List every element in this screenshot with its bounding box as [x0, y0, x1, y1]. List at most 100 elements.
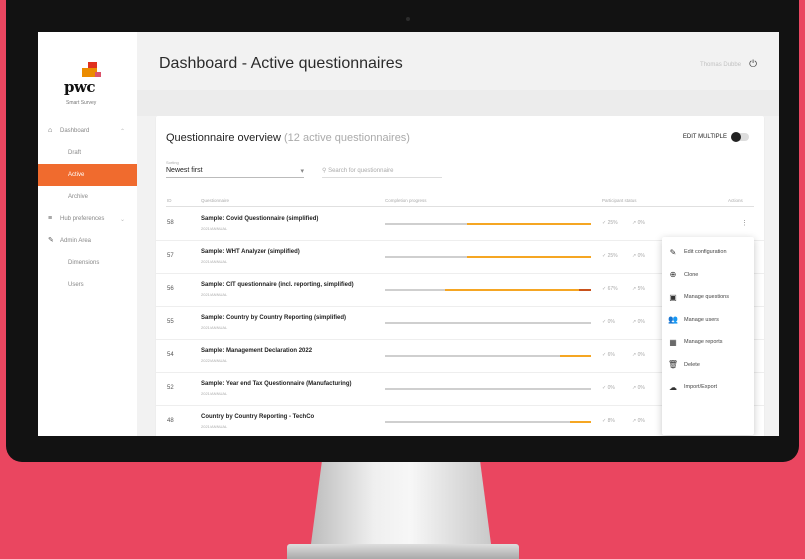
menu-item-label: Manage reports: [684, 339, 723, 346]
user-name[interactable]: Thomas Dubbe: [700, 62, 741, 68]
menu-item-edit-configuration[interactable]: ✎ Edit configuration: [662, 241, 754, 264]
search-input[interactable]: ⚲ Search for questionnaire: [322, 167, 442, 178]
row-type: 2021/ANNUAL: [201, 325, 228, 330]
row-id: 58: [167, 220, 174, 226]
in-progress-stat: ↗ 5%: [632, 286, 645, 292]
table-icon: ▦: [669, 337, 677, 347]
in-progress-stat: ↗ 0%: [632, 352, 645, 358]
progress-bar: [385, 223, 591, 225]
menu-item-manage-questions[interactable]: ▣ Manage questions: [662, 286, 754, 309]
menu-item-label: Import/Export: [684, 384, 718, 391]
row-id: 57: [167, 253, 174, 259]
completed-stat: ✓ 6%: [602, 352, 615, 358]
sidebar-item-label: Active: [68, 172, 85, 178]
sort-value: Newest first: [166, 167, 203, 174]
col-progress: Completion progress: [385, 198, 427, 203]
pencil-icon: ✎: [669, 247, 677, 257]
sidebar-item-label: Users: [68, 282, 84, 288]
trash-icon: 🗑: [667, 360, 679, 370]
menu-item-manage-users[interactable]: 👥 Manage users: [662, 309, 754, 332]
caret-down-icon: ▾: [300, 168, 304, 175]
row-type: 2021/ANNUAL: [201, 292, 228, 297]
active-count: (12 active questionnaires): [284, 132, 410, 144]
sidebar-item-dimensions[interactable]: Dimensions: [38, 252, 137, 274]
sidebar-item-hub-preferences[interactable]: ≡ Hub preferences ⌄: [38, 208, 137, 230]
document-icon: ▣: [669, 292, 677, 302]
camera-dot: [406, 17, 410, 21]
row-name[interactable]: Sample: WHT Analyzer (simplified): [201, 249, 381, 255]
monitor-stand-base: [287, 544, 519, 559]
app-screen: pwc Smart Survey ⌂ Dashboard ⌃ Draft Act…: [38, 32, 779, 436]
row-id: 52: [167, 385, 174, 391]
chevron-down-icon: ⌄: [119, 216, 125, 223]
toggle-switch[interactable]: [731, 132, 749, 142]
logo-subtitle: Smart Survey: [66, 100, 97, 106]
sidebar-item-active[interactable]: Active: [38, 164, 137, 186]
sidebar-item-dashboard[interactable]: ⌂ Dashboard ⌃: [38, 120, 137, 142]
sidebar-item-admin-area[interactable]: ✎ Admin Area: [38, 230, 137, 252]
search-icon: ⚲: [322, 168, 327, 174]
cloud-icon: ☁: [669, 382, 677, 392]
monitor-bezel: pwc Smart Survey ⌂ Dashboard ⌃ Draft Act…: [6, 0, 799, 462]
menu-item-manage-reports[interactable]: ▦ Manage reports: [662, 331, 754, 354]
row-context-menu: ✎ Edit configuration ⊕ Clone ▣ Manage questio…: [662, 237, 754, 435]
in-progress-stat: ↗ 0%: [632, 418, 645, 424]
col-id: ID: [167, 198, 172, 203]
logo-mark-icon: [64, 62, 104, 84]
completed-stat: ✓ 67%: [602, 286, 618, 292]
sort-select[interactable]: Sorting Newest first ▾: [166, 160, 304, 178]
power-icon[interactable]: ⏻: [749, 59, 757, 70]
row-type: 2021/ANNUAL: [201, 226, 228, 231]
menu-item-label: Manage users: [684, 316, 719, 323]
menu-item-delete[interactable]: 🗑 Delete: [662, 354, 754, 377]
in-progress-stat: ↗ 0%: [632, 319, 645, 325]
tune-icon: ≡: [48, 215, 53, 222]
row-name[interactable]: Country by Country Reporting - TechCo: [201, 414, 381, 420]
sidebar-item-archive[interactable]: Archive: [38, 186, 137, 208]
edit-multiple-toggle[interactable]: EDIT MULTIPLE: [682, 132, 749, 142]
sidebar-nav: ⌂ Dashboard ⌃ Draft Active Archive ≡ Hub…: [38, 120, 137, 296]
copy-icon: ⊕: [669, 270, 677, 280]
row-name[interactable]: Sample: Year end Tax Questionnaire (Manu…: [201, 381, 381, 387]
col-stats: Participant status: [602, 198, 637, 203]
progress-bar: [385, 355, 591, 357]
more-actions-icon[interactable]: ⋮: [741, 219, 748, 227]
progress-bar: [385, 256, 591, 258]
completed-stat: ✓ 25%: [602, 253, 618, 259]
completed-stat: ✓ 0%: [602, 319, 615, 325]
search-placeholder: Search for questionnaire: [328, 168, 394, 174]
sort-value-wrap: Newest first ▾: [166, 165, 304, 178]
edit-multiple-label: EDIT MULTIPLE: [682, 134, 727, 140]
row-name[interactable]: Sample: Country by Country Reporting (si…: [201, 315, 381, 321]
sidebar-item-users[interactable]: Users: [38, 274, 137, 296]
pwc-logo: pwc Smart Survey: [64, 62, 104, 106]
home-icon: ⌂: [48, 127, 53, 134]
sidebar-item-draft[interactable]: Draft: [38, 142, 137, 164]
menu-item-label: Clone: [684, 271, 699, 278]
row-type: 2022/ANNUAL: [201, 358, 228, 363]
card-title: Questionnaire overview (12 active questi…: [166, 132, 410, 144]
toggle-knob: [731, 132, 741, 142]
row-id: 48: [167, 418, 174, 424]
sidebar-item-label: Admin Area: [60, 238, 92, 244]
monitor-stand-neck: [311, 462, 491, 544]
table-header: ID Questionnaire Completion progress Par…: [156, 196, 764, 206]
in-progress-stat: ↗ 0%: [632, 253, 645, 259]
header-band: [137, 90, 779, 116]
header-divider: [166, 206, 754, 207]
row-id: 55: [167, 319, 174, 325]
completed-stat: ✓ 25%: [602, 220, 618, 226]
row-name[interactable]: Sample: Management Declaration 2022: [201, 348, 381, 354]
chevron-up-icon: ⌃: [119, 128, 125, 135]
wrench-icon: ✎: [48, 237, 54, 244]
menu-item-import-export[interactable]: ☁ Import/Export: [662, 376, 754, 399]
page-title: Dashboard - Active questionnaires: [159, 55, 403, 72]
sidebar-item-label: Dimensions: [68, 260, 100, 266]
menu-item-clone[interactable]: ⊕ Clone: [662, 264, 754, 287]
menu-item-label: Delete: [684, 361, 700, 368]
row-name[interactable]: Sample: CIT questionnaire (incl. reporti…: [201, 282, 381, 288]
row-name[interactable]: Sample: Covid Questionnaire (simplified): [201, 216, 381, 222]
sidebar-item-label: Hub preferences: [60, 216, 105, 222]
row-type: 2021/ANNUAL: [201, 424, 228, 429]
row-type: 2021/ANNUAL: [201, 391, 228, 396]
